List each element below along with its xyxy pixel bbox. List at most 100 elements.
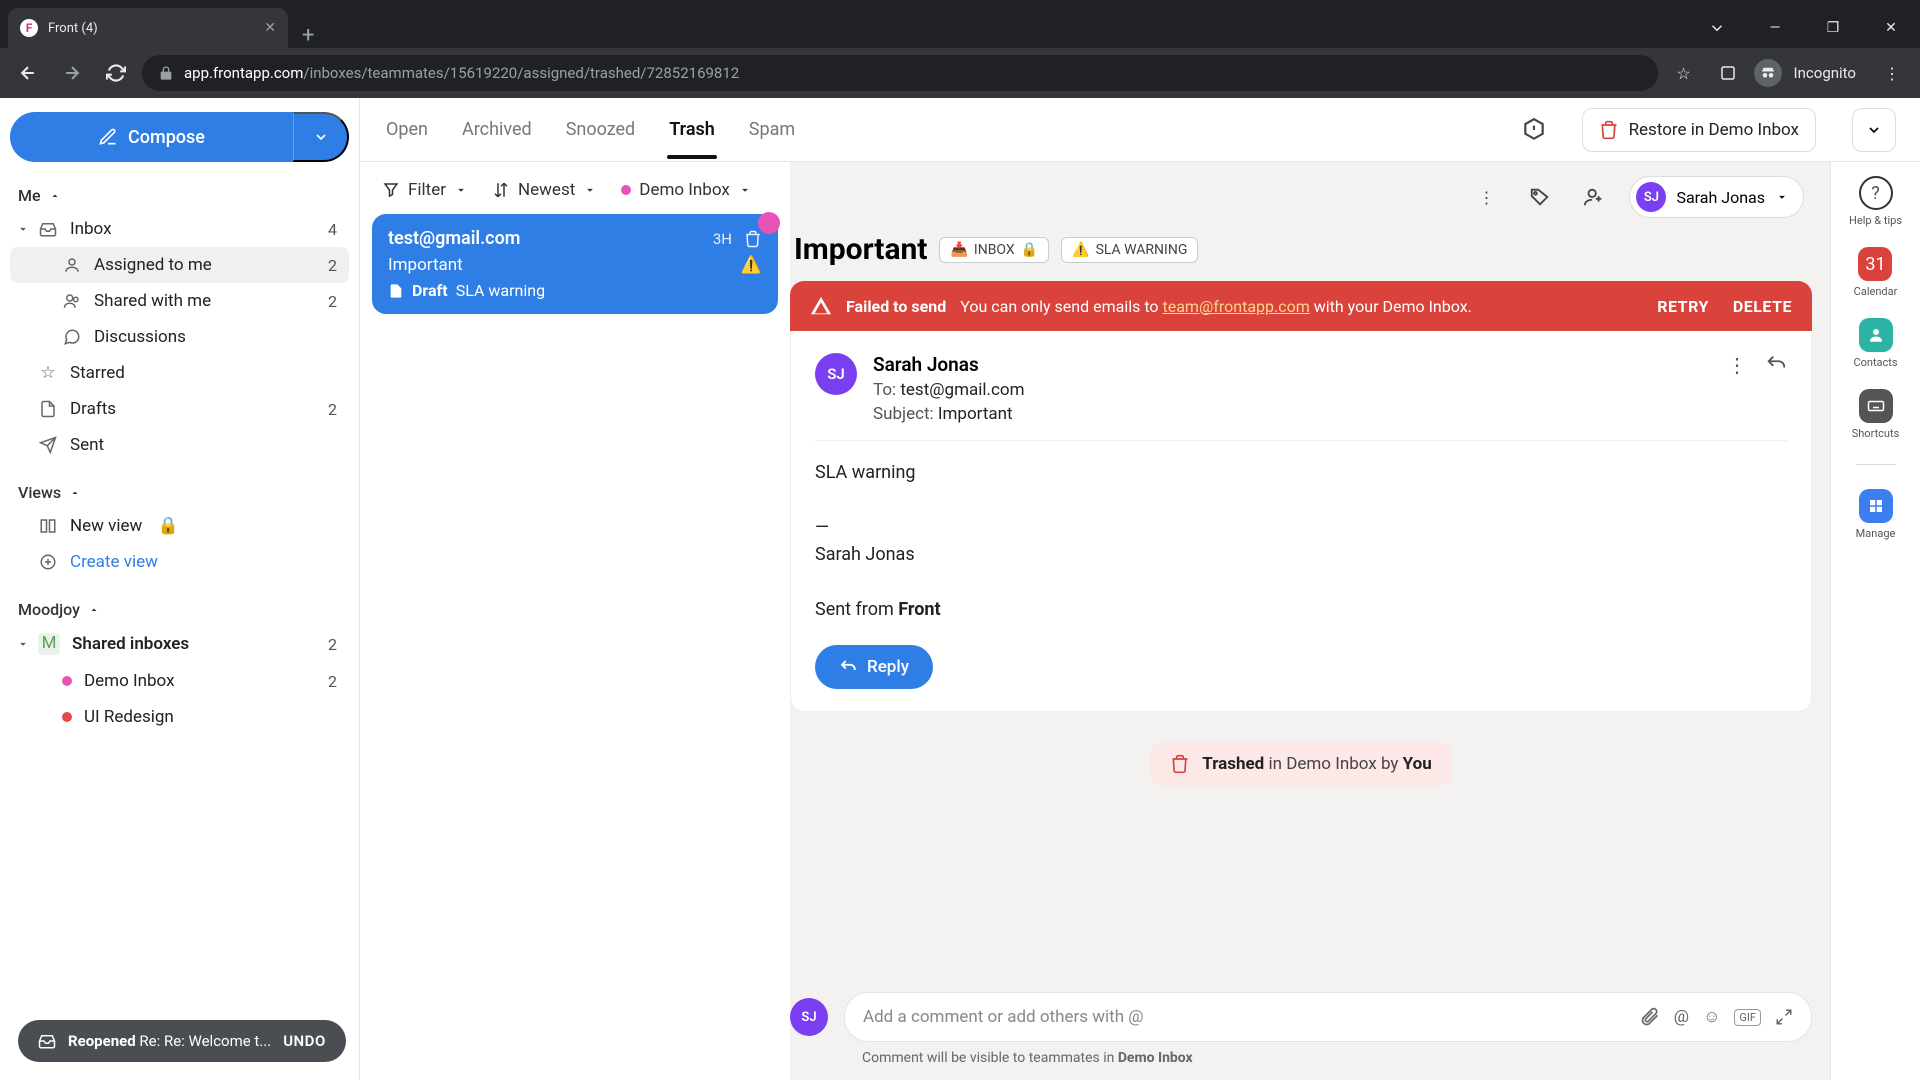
undo-button[interactable]: UNDO (283, 1032, 326, 1050)
sort-button[interactable]: Newest (492, 180, 597, 200)
keyboard-icon (1859, 389, 1893, 423)
sidebar-item-ui-redesign[interactable]: UI Redesign (10, 699, 349, 735)
warning-triangle-icon (810, 295, 832, 317)
sidebar-item-inbox[interactable]: Inbox 4 (10, 211, 349, 247)
calendar-icon: 31 (1858, 247, 1892, 281)
chevron-up-icon (49, 190, 61, 202)
delete-button[interactable]: DELETE (1733, 297, 1792, 316)
chevron-down-icon (583, 183, 597, 197)
trash-icon[interactable] (744, 230, 762, 248)
conversation-item[interactable]: test@gmail.com 3H Important⚠️ Draft SLA … (372, 214, 778, 314)
sidebar-item-assigned[interactable]: Assigned to me 2 (10, 247, 349, 283)
rail-calendar[interactable]: 31Calendar (1854, 247, 1898, 298)
kebab-icon[interactable]: ⋮ (1874, 55, 1910, 91)
trashed-status: Trashed in Demo Inbox by You (1150, 742, 1452, 786)
star-icon: ☆ (38, 363, 58, 383)
maximize-icon[interactable]: ❐ (1804, 8, 1862, 48)
send-icon (38, 436, 58, 454)
chevron-down-icon[interactable] (16, 637, 30, 651)
user-icon (62, 256, 82, 274)
sidebar-item-demo-inbox[interactable]: Demo Inbox 2 (10, 663, 349, 699)
sidebar-item-discussions[interactable]: Discussions (10, 319, 349, 355)
chevron-down-icon[interactable] (16, 222, 30, 236)
toast-reopened: Reopened Re: Re: Welcome t... UNDO (18, 1020, 346, 1062)
sidebar-item-new-view[interactable]: New view 🔒 (10, 508, 349, 544)
kebab-icon[interactable]: ⋮ (1727, 353, 1747, 424)
tab-snoozed[interactable]: Snoozed (564, 101, 638, 158)
front-favicon: F (20, 19, 38, 37)
assignee-pill[interactable]: SJ Sarah Jonas (1629, 176, 1804, 218)
rail-shortcuts[interactable]: Shortcuts (1852, 389, 1900, 440)
chevron-up-icon (69, 487, 81, 499)
back-icon[interactable] (10, 55, 46, 91)
chevron-up-icon (88, 604, 100, 616)
tag-sla-warning[interactable]: ⚠️SLA WARNING (1061, 237, 1198, 263)
tab-open[interactable]: Open (384, 101, 430, 158)
minimize-icon[interactable]: — (1746, 8, 1804, 48)
expand-icon[interactable] (1775, 1008, 1793, 1026)
reply-arrow-icon[interactable] (1765, 353, 1787, 424)
trash-icon (1599, 120, 1619, 140)
sidebar-item-drafts[interactable]: Drafts 2 (10, 391, 349, 427)
sidebar-item-starred[interactable]: ☆ Starred (10, 355, 349, 391)
sidebar-item-shared-inboxes[interactable]: M Shared inboxes 2 (10, 625, 349, 663)
url-bar[interactable]: app.frontapp.com/inboxes/teammates/15619… (142, 55, 1658, 91)
giphy-icon[interactable]: GIF (1734, 1009, 1761, 1026)
demo-email-link[interactable]: team@frontapp.com (1163, 297, 1310, 316)
restore-button[interactable]: Restore in Demo Inbox (1582, 108, 1816, 152)
tag-inbox[interactable]: 📥INBOX🔒 (939, 237, 1049, 263)
conversation-from: test@gmail.com (388, 228, 520, 249)
incognito-icon (1754, 59, 1782, 87)
compose-dropdown[interactable] (293, 112, 349, 162)
sidebar-item-create-view[interactable]: Create view (10, 544, 349, 580)
mention-icon[interactable]: @ (1674, 1007, 1689, 1027)
alert-hex-icon[interactable] (1516, 112, 1552, 148)
browser-tab-strip: F Front (4) ✕ + — ❐ ✕ (0, 0, 1920, 48)
filter-button[interactable]: Filter (382, 180, 468, 200)
section-moodjoy[interactable]: Moodjoy (10, 594, 349, 625)
reload-icon[interactable] (98, 55, 134, 91)
tab-title: Front (4) (48, 21, 254, 36)
tab-spam[interactable]: Spam (747, 101, 797, 158)
lock-icon (158, 65, 174, 81)
rail-contacts[interactable]: Contacts (1853, 318, 1897, 369)
bookmark-icon[interactable]: ☆ (1666, 55, 1702, 91)
help-icon: ? (1859, 176, 1893, 210)
sidebar-item-sent[interactable]: Sent (10, 427, 349, 463)
comment-visibility-note: Comment will be visible to teammates in … (790, 1050, 1812, 1080)
extensions-icon[interactable] (1710, 55, 1746, 91)
emoji-icon[interactable]: ☺ (1703, 1007, 1720, 1027)
tag-icon[interactable] (1521, 178, 1559, 216)
avatar: SJ (815, 353, 857, 395)
attachment-icon[interactable] (1640, 1007, 1660, 1027)
new-tab-button[interactable]: + (288, 23, 328, 48)
url-path: /inboxes/teammates/15619220/assigned/tra… (303, 64, 739, 82)
comment-input[interactable]: Add a comment or add others with @ @ ☺ G… (844, 992, 1812, 1042)
avatar: SJ (790, 998, 828, 1036)
file-icon (388, 283, 404, 299)
assign-icon[interactable] (1575, 178, 1613, 216)
inbox-icon (38, 220, 58, 238)
sidebar-item-shared[interactable]: Shared with me 2 (10, 283, 349, 319)
apps-icon (1859, 489, 1893, 523)
retry-button[interactable]: RETRY (1657, 297, 1709, 316)
restore-dropdown[interactable] (1852, 108, 1896, 152)
rail-manage[interactable]: Manage (1856, 489, 1896, 540)
reply-button[interactable]: Reply (815, 645, 933, 689)
tab-search-icon[interactable] (1688, 8, 1746, 48)
comment-composer: SJ Add a comment or add others with @ @ … (790, 966, 1812, 1050)
rail-help[interactable]: ?Help & tips (1849, 176, 1902, 227)
close-window-icon[interactable]: ✕ (1862, 8, 1920, 48)
close-tab-icon[interactable]: ✕ (264, 20, 276, 36)
inbox-picker[interactable]: Demo Inbox (621, 180, 752, 200)
compose-button[interactable]: Compose (10, 112, 293, 162)
tab-archived[interactable]: Archived (460, 101, 534, 158)
section-views[interactable]: Views (10, 477, 349, 508)
url-domain: app.frontapp.com (184, 64, 303, 82)
compose-label: Compose (128, 127, 205, 148)
m-badge-icon: M (38, 633, 60, 655)
section-me[interactable]: Me (10, 180, 349, 211)
kebab-icon[interactable]: ⋮ (1467, 178, 1505, 216)
tab-trash[interactable]: Trash (667, 101, 717, 158)
browser-tab[interactable]: F Front (4) ✕ (8, 8, 288, 48)
